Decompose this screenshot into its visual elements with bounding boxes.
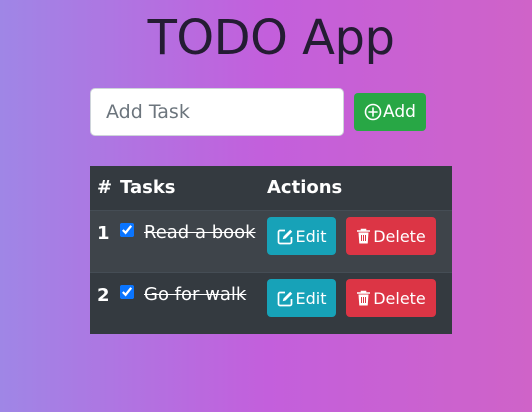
add-task-input[interactable]: [90, 88, 344, 136]
task-text: Read a book: [144, 222, 256, 243]
task-number: 1: [97, 223, 110, 244]
todo-table: # Tasks Actions 1 Read a book Edit Delet…: [90, 166, 452, 334]
app-title: TODO App: [147, 10, 395, 66]
plus-circle-icon: [364, 103, 382, 121]
add-button-label: Add: [383, 102, 416, 122]
trash-icon: [356, 290, 371, 307]
add-task-button[interactable]: Add: [354, 93, 426, 131]
trash-icon: [356, 228, 371, 245]
task-number: 2: [97, 285, 110, 306]
table-header: # Tasks Actions: [90, 166, 452, 211]
edit-icon: [277, 290, 294, 307]
edit-button-label: Edit: [295, 288, 327, 308]
task-done-checkbox[interactable]: [120, 285, 134, 299]
header-actions: Actions: [267, 177, 343, 198]
delete-button-label: Delete: [373, 288, 426, 308]
table-row: 2 Go for walk Edit Delete: [90, 273, 452, 334]
edit-button[interactable]: Edit: [267, 217, 336, 255]
delete-button-label: Delete: [373, 226, 426, 246]
edit-button[interactable]: Edit: [267, 279, 336, 317]
delete-button[interactable]: Delete: [346, 217, 436, 255]
task-text: Go for walk: [144, 284, 247, 305]
task-done-checkbox[interactable]: [120, 223, 134, 237]
edit-button-label: Edit: [295, 226, 327, 246]
header-tasks: Tasks: [120, 177, 176, 198]
header-number: #: [97, 177, 113, 198]
delete-button[interactable]: Delete: [346, 279, 436, 317]
edit-icon: [277, 228, 294, 245]
table-row: 1 Read a book Edit Delete: [90, 211, 452, 273]
